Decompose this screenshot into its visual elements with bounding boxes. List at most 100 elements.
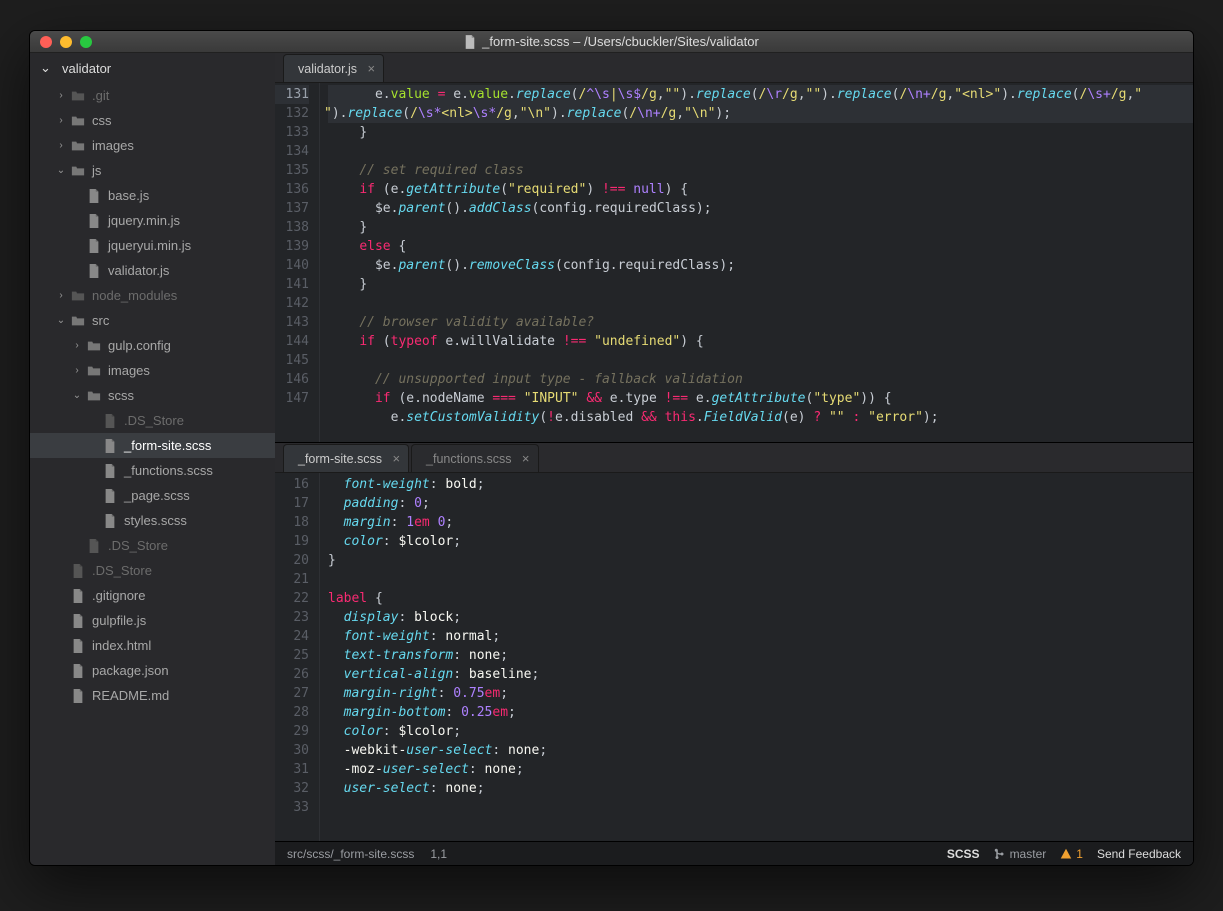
editor-group: validator.js× 13113213313413513613713813… [275, 53, 1193, 865]
chevron-right-icon: › [56, 140, 66, 151]
status-language[interactable]: SCSS [947, 847, 980, 861]
file-icon [70, 564, 86, 578]
status-git-branch[interactable]: master [994, 847, 1047, 861]
tree-file[interactable]: jqueryui.min.js [30, 233, 275, 258]
tree-file[interactable]: styles.scss [30, 508, 275, 533]
tree-item-label: node_modules [92, 288, 177, 303]
editor-tab[interactable]: _functions.scss× [411, 444, 538, 472]
file-icon [86, 214, 102, 228]
tree-file[interactable]: jquery.min.js [30, 208, 275, 233]
tree-folder[interactable]: ⌄js [30, 158, 275, 183]
send-feedback-link[interactable]: Send Feedback [1097, 847, 1181, 861]
tree-item-label: src [92, 313, 109, 328]
code-editor-top[interactable]: 1311321331341351361371381391401411421431… [275, 83, 1193, 442]
file-icon [102, 464, 118, 478]
chevron-down-icon: ⌄ [56, 315, 66, 326]
tree-file[interactable]: _form-site.scss [30, 433, 275, 458]
tree-file[interactable]: base.js [30, 183, 275, 208]
close-icon[interactable]: × [367, 61, 375, 76]
chevron-right-icon: › [56, 290, 66, 301]
tree-item-label: validator.js [108, 263, 169, 278]
tree-file[interactable]: .DS_Store [30, 533, 275, 558]
tree-file[interactable]: index.html [30, 633, 275, 658]
file-icon [86, 539, 102, 553]
tree-item-label: index.html [92, 638, 151, 653]
folder-icon [70, 139, 86, 153]
tree-file[interactable]: _functions.scss [30, 458, 275, 483]
tree-file[interactable]: .DS_Store [30, 408, 275, 433]
tree-folder[interactable]: ›css [30, 108, 275, 133]
tree-item-label: scss [108, 388, 134, 403]
close-window-button[interactable] [40, 36, 52, 48]
tree-folder[interactable]: › .git [30, 83, 275, 108]
tree-item-label: css [92, 113, 112, 128]
tree-item-label: images [108, 363, 150, 378]
file-icon [102, 489, 118, 503]
tree-item-label: .DS_Store [124, 413, 184, 428]
file-icon [70, 589, 86, 603]
project-root[interactable]: ⌄ validator [30, 53, 275, 83]
status-bar[interactable]: src/scss/_form-site.scss 1,1 SCSS master… [275, 841, 1193, 865]
app-window: _form-site.scss – /Users/cbuckler/Sites/… [29, 30, 1194, 866]
editor-pane-top: validator.js× 13113213313413513613713813… [275, 53, 1193, 443]
tree-item-label: gulp.config [108, 338, 171, 353]
status-file-path[interactable]: src/scss/_form-site.scss [287, 847, 414, 861]
tree-file[interactable]: _page.scss [30, 483, 275, 508]
tree-file[interactable]: gulpfile.js [30, 608, 275, 633]
tree-folder[interactable]: › node_modules [30, 283, 275, 308]
code-content[interactable]: font-weight: bold; padding: 0; margin: 1… [320, 473, 1193, 841]
file-icon [102, 414, 118, 428]
chevron-down-icon: ⌄ [56, 165, 66, 176]
titlebar[interactable]: _form-site.scss – /Users/cbuckler/Sites/… [30, 31, 1193, 53]
tree-folder[interactable]: ›gulp.config [30, 333, 275, 358]
close-icon[interactable]: × [392, 451, 400, 466]
folder-icon [86, 364, 102, 378]
chevron-down-icon: ⌄ [72, 390, 82, 401]
file-icon [86, 264, 102, 278]
file-icon [70, 614, 86, 628]
tree-item-label: .git [92, 88, 109, 103]
zoom-window-button[interactable] [80, 36, 92, 48]
file-icon [464, 35, 476, 49]
tree-file[interactable]: .DS_Store [30, 558, 275, 583]
tree-file[interactable]: package.json [30, 658, 275, 683]
status-warnings[interactable]: 1 [1060, 847, 1083, 861]
status-cursor-position[interactable]: 1,1 [430, 847, 447, 861]
tree-folder[interactable]: ⌄ scss [30, 383, 275, 408]
workspace: ⌄ validator ›.git›css›images⌄jsbase.jsjq… [30, 53, 1193, 865]
window-title-text: _form-site.scss – /Users/cbuckler/Sites/… [482, 34, 759, 49]
chevron-down-icon: ⌄ [40, 60, 50, 76]
tree-file[interactable]: .gitignore [30, 583, 275, 608]
line-gutter[interactable]: 161718192021222324252627282930313233 [275, 473, 320, 841]
tree-folder[interactable]: › images [30, 358, 275, 383]
project-name: validator [62, 61, 111, 76]
close-icon[interactable]: × [522, 451, 530, 466]
tab-label: _form-site.scss [298, 452, 382, 466]
code-content[interactable]: e.value = e.value.replace(/^\s|\s$/g,"")… [320, 83, 1193, 442]
tab-bar-bottom[interactable]: _form-site.scss×_functions.scss× [275, 443, 1193, 473]
folder-icon [86, 339, 102, 353]
tree-item-label: _functions.scss [124, 463, 213, 478]
editor-tab[interactable]: validator.js× [283, 54, 384, 82]
tree-item-label: README.md [92, 688, 169, 703]
tree-item-label: .DS_Store [108, 538, 168, 553]
tree-item-label: _form-site.scss [124, 438, 211, 453]
file-icon [102, 439, 118, 453]
tree-folder[interactable]: ›images [30, 133, 275, 158]
tree-item-label: .DS_Store [92, 563, 152, 578]
chevron-right-icon: › [72, 365, 82, 376]
code-editor-bottom[interactable]: 161718192021222324252627282930313233 fon… [275, 473, 1193, 841]
tab-bar-top[interactable]: validator.js× [275, 53, 1193, 83]
file-tree-sidebar[interactable]: ⌄ validator ›.git›css›images⌄jsbase.jsjq… [30, 53, 275, 865]
tree-file[interactable]: validator.js [30, 258, 275, 283]
tree-file[interactable]: README.md [30, 683, 275, 708]
tree-item-label: _page.scss [124, 488, 190, 503]
line-gutter[interactable]: 1311321331341351361371381391401411421431… [275, 83, 320, 442]
folder-icon [70, 89, 86, 103]
minimize-window-button[interactable] [60, 36, 72, 48]
tree-item-label: jquery.min.js [108, 213, 180, 228]
editor-tab[interactable]: _form-site.scss × [283, 444, 409, 472]
tree-folder[interactable]: ⌄ src [30, 308, 275, 333]
editor-pane-bottom: _form-site.scss×_functions.scss× 1617181… [275, 443, 1193, 841]
chevron-right-icon: › [56, 90, 66, 101]
